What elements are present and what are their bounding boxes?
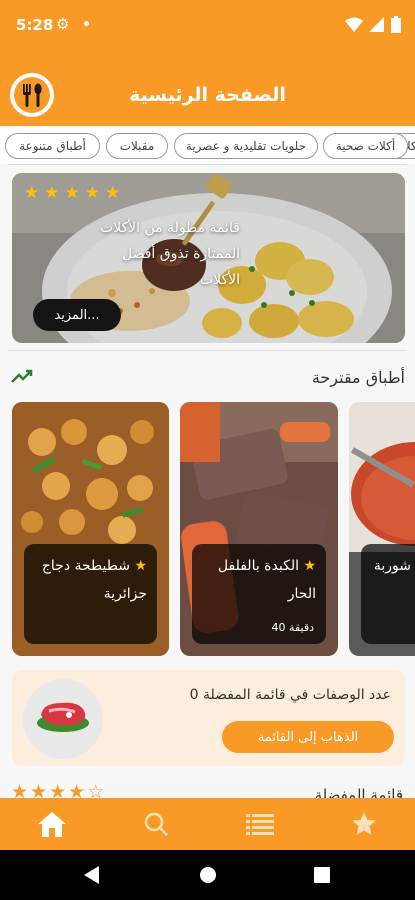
list-icon <box>245 814 274 835</box>
screen: 5:28 ⚙ الصفحة الرئيسية أكلا أكلا <box>0 0 415 900</box>
favorites-summary: عدد الوصفات في قائمة المفضلة 0 الذهاب إل… <box>12 670 405 766</box>
star-icon: ★ <box>24 183 40 203</box>
bottom-navigation <box>0 798 415 850</box>
chip-sweets[interactable]: حلويات تقليدية و عصرية <box>174 133 318 159</box>
recipe-card[interactable]: ★ الكبدة بالفلفل الحار 40 دقيقة <box>180 402 338 656</box>
system-navigation-bar <box>0 850 415 900</box>
app-bar: الصفحة الرئيسية <box>0 52 415 126</box>
star-icon: ★ <box>84 183 100 203</box>
back-icon[interactable] <box>84 866 100 884</box>
home-icon <box>37 812 66 837</box>
recipe-name: شوربة <box>373 558 411 574</box>
status-time: 5:28 <box>16 16 54 34</box>
nav-search[interactable] <box>104 798 207 850</box>
divider <box>8 164 407 165</box>
nav-favorites[interactable] <box>312 798 415 850</box>
recipe-title: ★ الكبدة بالفلفل الحار <box>202 552 316 608</box>
featured-text: قائمة مطولة من الأكلات الممتازة تذوق أفض… <box>99 220 240 288</box>
chip-various[interactable]: أطباق متنوعة <box>5 133 100 159</box>
battery-icon <box>391 16 401 33</box>
chip-starters[interactable]: مقبلات <box>106 133 168 159</box>
star-icon <box>351 812 376 835</box>
settings-status-icon: ⚙ <box>56 15 70 33</box>
search-icon <box>144 812 168 836</box>
trending-icon <box>11 369 33 383</box>
star-icon: ★ <box>303 558 316 574</box>
notification-dot-icon <box>84 21 89 26</box>
page-title: الصفحة الرئيسية <box>129 84 286 106</box>
recipe-card[interactable]: ★ شطيطحة دجاج جزائرية <box>12 402 169 656</box>
section-title-suggested: أطباق مقترحة <box>311 368 405 387</box>
recents-icon[interactable] <box>314 867 330 883</box>
recipe-name: شطيطحة دجاج جزائرية <box>41 558 147 602</box>
star-icon: ★ <box>44 183 60 203</box>
star-icon: ★ <box>64 183 80 203</box>
divider <box>8 350 407 351</box>
more-button[interactable]: المزيد... <box>33 299 121 331</box>
recipe-time: 40 دقيقة <box>271 621 314 634</box>
recipe-title: ★ شطيطحة دجاج جزائرية <box>34 552 147 608</box>
chip-healthy[interactable]: أكلات صحية <box>323 133 408 159</box>
nav-list[interactable] <box>208 798 311 850</box>
status-bar: 5:28 ⚙ <box>0 0 415 52</box>
favorites-count: عدد الوصفات في قائمة المفضلة 0 <box>189 687 391 703</box>
recipe-info-panel: شوربة <box>361 544 415 644</box>
star-icon: ★ <box>134 558 147 574</box>
recipe-name: الكبدة بالفلفل الحار <box>217 558 316 602</box>
featured-banner[interactable]: ★ ★ ★ ★ ★ قائمة مطولة من الأكلات الممتاز… <box>12 173 405 343</box>
recipe-info-panel: ★ شطيطحة دجاج جزائرية <box>24 544 157 644</box>
star-icon: ★ <box>105 183 121 203</box>
recipe-card[interactable]: شوربة <box>349 402 415 656</box>
status-icons <box>345 16 401 33</box>
recipe-info-panel: ★ الكبدة بالفلفل الحار 40 دقيقة <box>192 544 326 644</box>
category-chips: أكلا أكلات صحية حلويات تقليدية و عصرية م… <box>0 126 415 164</box>
go-to-list-button[interactable]: الذهاب إلى القائمة <box>222 721 394 753</box>
favorites-avatar <box>23 679 103 759</box>
rating-stars: ★ ★ ★ ★ ★ <box>24 183 120 203</box>
steak-icon <box>37 702 89 732</box>
wifi-icon <box>345 17 363 32</box>
home-button-icon[interactable] <box>199 866 217 884</box>
nav-home[interactable] <box>0 798 103 850</box>
signal-icon <box>369 16 384 32</box>
